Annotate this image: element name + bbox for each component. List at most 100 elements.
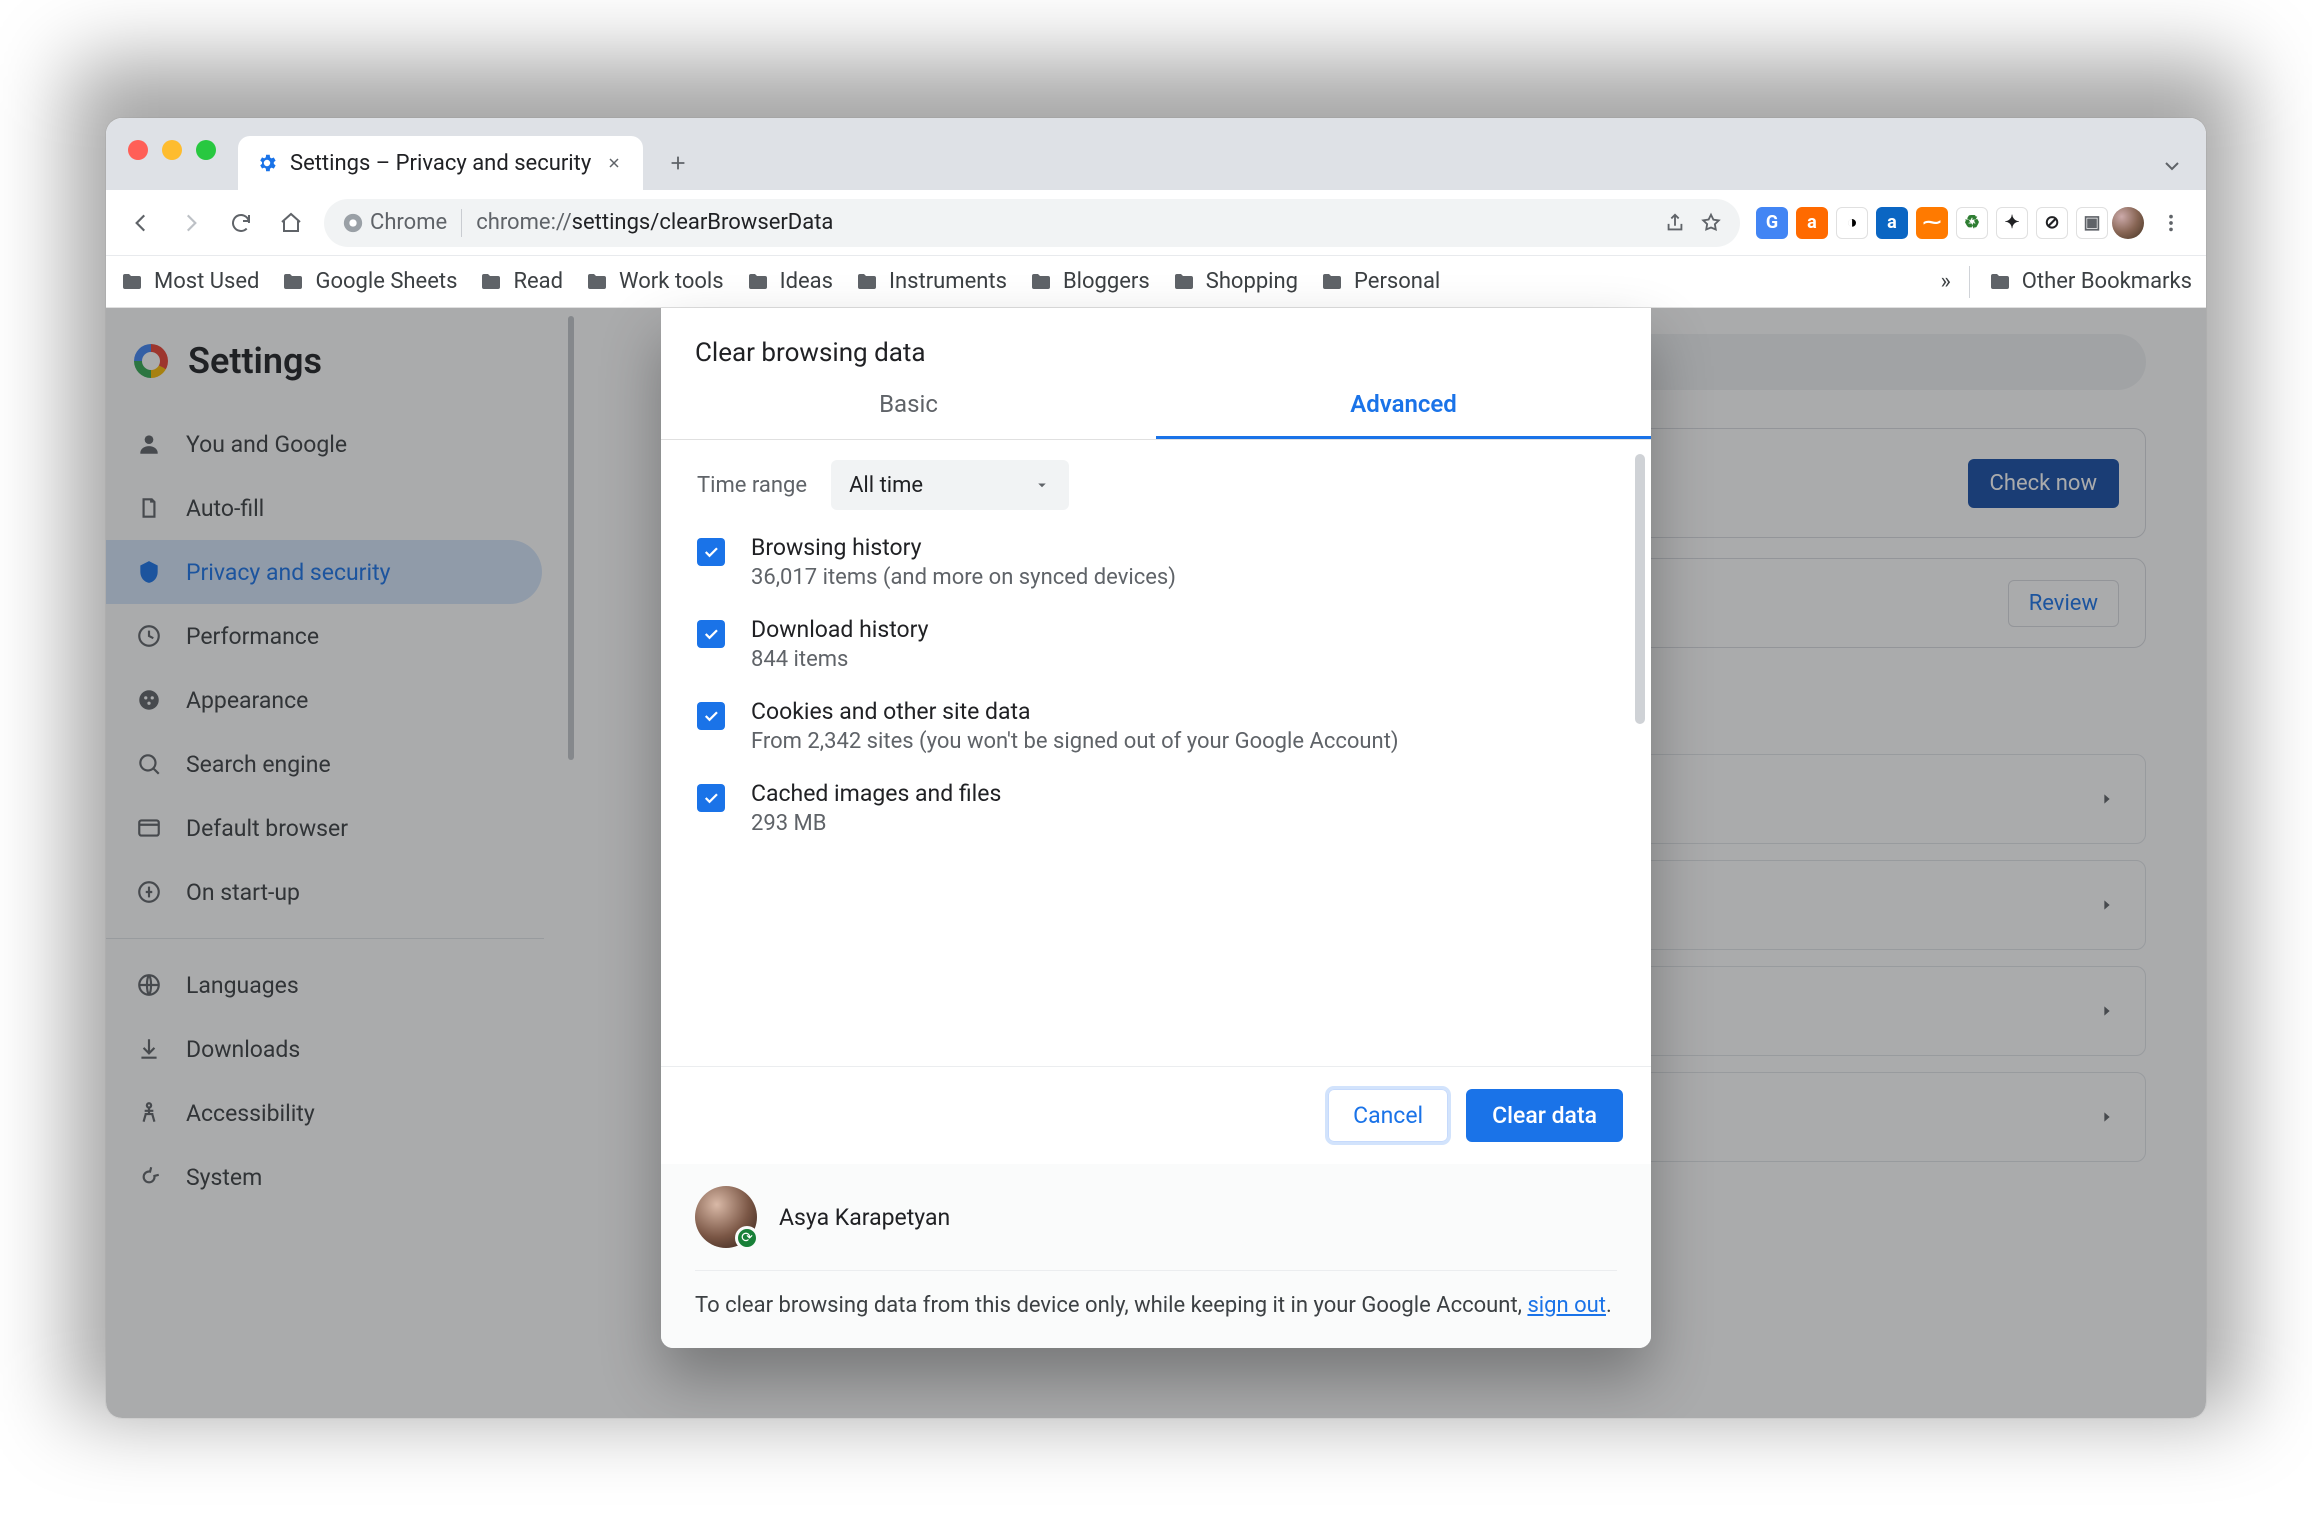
sync-badge-icon: ⟳ — [735, 1226, 759, 1250]
cancel-button[interactable]: Cancel — [1328, 1089, 1448, 1142]
time-range-label: Time range — [697, 473, 807, 498]
bookmark-folder[interactable]: Shopping — [1172, 269, 1298, 294]
clear-option[interactable]: Cookies and other site data From 2,342 si… — [697, 698, 1615, 754]
option-title: Cookies and other site data — [751, 698, 1399, 725]
tab-title: Settings – Privacy and security — [290, 151, 591, 176]
folder-icon — [479, 270, 503, 294]
bookmark-folder[interactable]: Read — [479, 269, 563, 294]
bookmark-label: Ideas — [780, 269, 833, 294]
option-subtitle: 36,017 items (and more on synced devices… — [751, 565, 1176, 590]
time-range-value: All time — [849, 473, 923, 498]
reload-button[interactable] — [218, 200, 264, 246]
time-range-select[interactable]: All time — [831, 460, 1069, 510]
bookmarks-overflow-icon[interactable]: » — [1940, 269, 1950, 294]
time-range-row: Time range All time — [697, 460, 1615, 510]
folder-icon — [1172, 270, 1196, 294]
option-title: Cached images and files — [751, 780, 1001, 807]
bookmark-folder[interactable]: Personal — [1320, 269, 1440, 294]
clear-browsing-data-dialog: Clear browsing data Basic Advanced Time … — [661, 308, 1651, 1348]
dialog-tabs: Basic Advanced — [661, 374, 1651, 440]
forward-button[interactable] — [168, 200, 214, 246]
tab-overflow-icon[interactable] — [2160, 154, 2184, 178]
clear-data-button[interactable]: Clear data — [1466, 1089, 1623, 1142]
folder-icon — [855, 270, 879, 294]
option-title: Browsing history — [751, 534, 1176, 561]
checkbox-icon[interactable] — [697, 620, 725, 648]
close-window-icon[interactable] — [128, 140, 148, 160]
bookmark-label: Bloggers — [1063, 269, 1150, 294]
user-avatar-icon: ⟳ — [695, 1186, 757, 1248]
site-chip: Chrome — [342, 210, 447, 235]
option-subtitle: From 2,342 sites (you won't be signed ou… — [751, 729, 1399, 754]
fullscreen-window-icon[interactable] — [196, 140, 216, 160]
bookmark-folder[interactable]: Bloggers — [1029, 269, 1150, 294]
back-button[interactable] — [118, 200, 164, 246]
other-bookmarks-label: Other Bookmarks — [2022, 269, 2192, 294]
extension-icon[interactable]: G — [1756, 207, 1788, 239]
tab-basic[interactable]: Basic — [661, 374, 1156, 439]
extensions-row: Ga◑a⁓♻✦⊘▣ — [1750, 207, 2108, 239]
folder-icon — [120, 270, 144, 294]
sign-out-link[interactable]: sign out — [1527, 1293, 1606, 1318]
checkbox-icon[interactable] — [697, 538, 725, 566]
folder-icon — [281, 270, 305, 294]
site-chip-label: Chrome — [370, 210, 447, 235]
minimize-window-icon[interactable] — [162, 140, 182, 160]
bookmark-label: Personal — [1354, 269, 1440, 294]
window-controls — [128, 140, 216, 160]
dialog-actions: Cancel Clear data — [661, 1067, 1651, 1164]
folder-icon — [1029, 270, 1053, 294]
tab-advanced[interactable]: Advanced — [1156, 374, 1651, 439]
extension-icon[interactable]: ◑ — [1836, 207, 1868, 239]
checkbox-icon[interactable] — [697, 784, 725, 812]
omnibox-separator — [461, 209, 462, 237]
browser-tab[interactable]: Settings – Privacy and security — [238, 136, 643, 190]
user-name: Asya Karapetyan — [779, 1204, 950, 1231]
bookmark-label: Instruments — [889, 269, 1007, 294]
omnibox[interactable]: Chrome chrome://settings/clearBrowserDat… — [324, 199, 1740, 247]
profile-avatar-icon[interactable] — [2112, 207, 2144, 239]
extension-icon[interactable]: ♻ — [1956, 207, 1988, 239]
dialog-title: Clear browsing data — [661, 308, 1651, 374]
extension-icon[interactable]: ✦ — [1996, 207, 2028, 239]
dialog-footer: ⟳ Asya Karapetyan To clear browsing data… — [661, 1164, 1651, 1348]
bookmark-label: Google Sheets — [315, 269, 457, 294]
bookmark-folder[interactable]: Work tools — [585, 269, 724, 294]
folder-icon — [746, 270, 770, 294]
home-button[interactable] — [268, 200, 314, 246]
dialog-scrollbar[interactable] — [1635, 454, 1645, 724]
bookmark-folder[interactable]: Google Sheets — [281, 269, 457, 294]
bookmark-folder[interactable]: Ideas — [746, 269, 833, 294]
omnibox-url: chrome://settings/clearBrowserData — [476, 210, 833, 235]
other-bookmarks[interactable]: Other Bookmarks — [1988, 269, 2192, 294]
bookmark-label: Read — [513, 269, 563, 294]
extension-icon[interactable]: ⁓ — [1916, 207, 1948, 239]
clear-option[interactable]: Browsing history 36,017 items (and more o… — [697, 534, 1615, 590]
gear-icon — [256, 152, 278, 174]
bookmark-folder[interactable]: Most Used — [120, 269, 259, 294]
new-tab-button[interactable] — [657, 142, 699, 184]
folder-icon — [1988, 270, 2012, 294]
extension-icon[interactable]: a — [1876, 207, 1908, 239]
clear-option[interactable]: Cached images and files293 MB — [697, 780, 1615, 836]
kebab-menu-icon[interactable] — [2148, 200, 2194, 246]
extension-icon[interactable]: a — [1796, 207, 1828, 239]
bookmark-label: Work tools — [619, 269, 724, 294]
option-title: Download history — [751, 616, 929, 643]
extension-icon[interactable]: ⊘ — [2036, 207, 2068, 239]
toolbar: Chrome chrome://settings/clearBrowserDat… — [106, 190, 2206, 256]
folder-icon — [1320, 270, 1344, 294]
clear-option[interactable]: Download history 844 items — [697, 616, 1615, 672]
share-icon[interactable] — [1664, 212, 1686, 234]
separator — [1969, 266, 1970, 298]
bookmarks-bar: Most Used Google Sheets Read Work tools Idea… — [106, 256, 2206, 308]
extension-icon[interactable]: ▣ — [2076, 207, 2108, 239]
bookmark-star-icon[interactable] — [1700, 212, 1722, 234]
caret-down-icon — [1033, 476, 1051, 494]
option-subtitle: 844 items — [751, 647, 929, 672]
close-tab-icon[interactable] — [603, 152, 625, 174]
bookmark-folder[interactable]: Instruments — [855, 269, 1007, 294]
checkbox-icon[interactable] — [697, 702, 725, 730]
bookmark-label: Shopping — [1206, 269, 1298, 294]
browser-window: Settings – Privacy and security — [106, 118, 2206, 1418]
